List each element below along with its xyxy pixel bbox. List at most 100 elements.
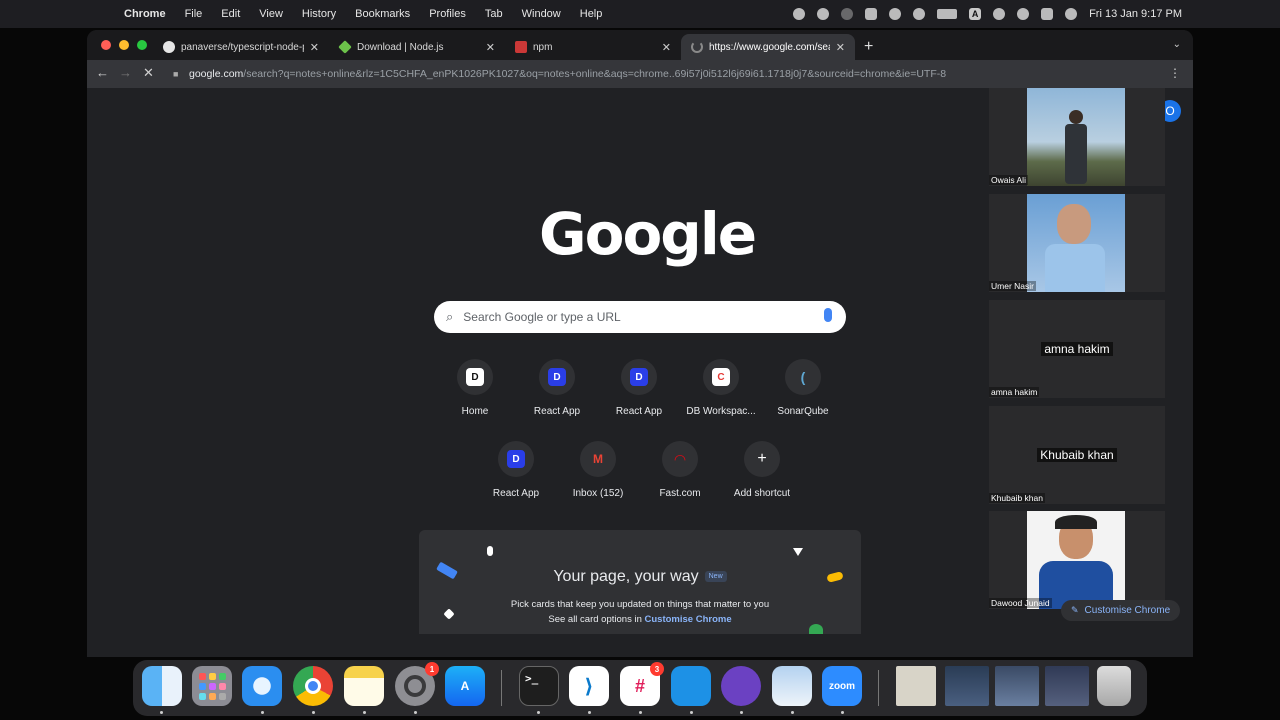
tab-search-chevron-icon[interactable]: ⌄ — [1173, 39, 1181, 50]
running-indicator — [690, 711, 693, 714]
close-tab-icon[interactable]: ✕ — [662, 41, 671, 54]
react-app-icon: D — [548, 368, 566, 386]
minimized-window-icon[interactable] — [995, 666, 1039, 706]
forward-arrow-icon[interactable]: → — [119, 65, 132, 80]
lock-icon[interactable]: ■ — [173, 69, 183, 79]
menu-app-name[interactable]: Chrome — [124, 8, 166, 20]
siri-icon[interactable] — [1065, 8, 1078, 20]
stop-loading-icon[interactable]: ✕ — [143, 65, 154, 81]
volume-icon[interactable] — [865, 8, 878, 20]
close-tab-icon[interactable]: ✕ — [310, 41, 319, 54]
cloud-icon[interactable] — [817, 8, 830, 20]
toolbar: ← → ✕ ■ google.com /search?q=notes+onlin… — [87, 60, 1193, 88]
participant-photo — [1027, 194, 1125, 292]
react-app-icon: D — [630, 368, 648, 386]
preview-icon[interactable] — [772, 666, 812, 706]
finder-icon[interactable] — [142, 666, 182, 706]
launchpad-icon[interactable] — [192, 666, 232, 706]
running-indicator — [261, 711, 264, 714]
chrome-menu-icon[interactable]: ⋮ — [1169, 66, 1181, 80]
notes-icon[interactable] — [344, 666, 384, 706]
terminal-icon[interactable]: >_ — [519, 666, 559, 706]
participant-tile[interactable]: Khubaib khan Khubaib khan — [989, 406, 1165, 504]
url-host: google.com — [189, 68, 244, 80]
minimized-window-icon[interactable] — [945, 666, 989, 706]
trash-icon[interactable] — [1097, 666, 1131, 706]
tab-github[interactable]: panaverse/typescript-node-pr ✕ — [153, 34, 329, 60]
dock-separator — [878, 670, 879, 706]
docker-icon[interactable] — [671, 666, 711, 706]
running-indicator — [588, 711, 591, 714]
menu-edit[interactable]: Edit — [221, 8, 240, 20]
menu-window[interactable]: Window — [522, 8, 561, 20]
participant-name: Umer Nasir — [989, 281, 1036, 291]
participant-tile[interactable]: Owais Ali — [989, 88, 1165, 186]
document-thumbnail-icon[interactable] — [896, 666, 936, 706]
menu-history[interactable]: History — [302, 8, 336, 20]
add-shortcut-button[interactable]: + Add shortcut — [722, 441, 802, 499]
gmail-icon: M — [593, 452, 603, 466]
close-tab-icon[interactable]: ✕ — [836, 41, 845, 54]
menubar-clock[interactable]: Fri 13 Jan 9:17 PM — [1089, 8, 1182, 20]
battery-icon[interactable] — [937, 9, 958, 19]
user-circle-icon[interactable] — [913, 8, 926, 20]
shortcut-fast-com[interactable]: ◠ Fast.com — [640, 441, 720, 499]
microphone-icon[interactable] — [824, 308, 832, 322]
close-window-button[interactable] — [101, 40, 111, 50]
play-icon[interactable] — [889, 8, 902, 20]
react-app-icon: D — [507, 450, 525, 468]
menu-profiles[interactable]: Profiles — [429, 8, 466, 20]
github-desktop-icon[interactable] — [721, 666, 761, 706]
tab-nodejs[interactable]: Download | Node.js ✕ — [329, 34, 505, 60]
shortcut-db-workspace[interactable]: C DB Workspac... — [681, 359, 761, 417]
appstore-icon[interactable]: A — [445, 666, 485, 706]
participant-display-name: Khubaib khan — [1037, 448, 1117, 462]
minimized-window-icon[interactable] — [1045, 666, 1089, 706]
url-path: /search?q=notes+online&rlz=1C5CHFA_enPK1… — [243, 68, 947, 80]
zoom-icon[interactable]: zoom — [822, 666, 862, 706]
participant-name: amna hakim — [989, 387, 1040, 397]
menu-help[interactable]: Help — [580, 8, 603, 20]
screen-share-icon[interactable] — [793, 8, 806, 20]
zoom-window-button[interactable] — [137, 40, 147, 50]
shortcut-react-app[interactable]: D React App — [517, 359, 597, 417]
leaf-icon[interactable] — [841, 8, 854, 20]
tab-google-search[interactable]: https://www.google.com/sear ✕ — [681, 34, 855, 60]
safari-icon[interactable] — [242, 666, 282, 706]
tab-npm[interactable]: npm ✕ — [505, 34, 681, 60]
loading-icon — [691, 41, 703, 53]
shortcut-inbox[interactable]: M Inbox (152) — [558, 441, 638, 499]
wifi-icon[interactable] — [993, 8, 1006, 20]
participant-tile[interactable]: Umer Nasir — [989, 194, 1165, 292]
shortcut-sonarqube[interactable]: ( SonarQube — [763, 359, 843, 417]
menu-file[interactable]: File — [185, 8, 203, 20]
running-indicator — [537, 711, 540, 714]
participant-name: Khubaib khan — [989, 493, 1045, 503]
promo-title: Your page, your way New — [419, 568, 861, 586]
shortcut-react-app[interactable]: D React App — [599, 359, 679, 417]
search-icon[interactable] — [1017, 8, 1030, 20]
shortcut-label: Fast.com — [659, 488, 701, 499]
new-tab-icon[interactable]: + — [864, 38, 873, 56]
chrome-icon[interactable] — [293, 666, 333, 706]
slack-icon[interactable]: # 3 — [620, 662, 664, 706]
input-source-icon[interactable]: A — [969, 8, 982, 20]
customise-chrome-button[interactable]: ✎ Customise Chrome — [1061, 600, 1181, 621]
menu-view[interactable]: View — [259, 8, 283, 20]
participant-tile[interactable]: amna hakim amna hakim — [989, 300, 1165, 398]
minimize-window-button[interactable] — [119, 40, 129, 50]
search-input[interactable]: ⌕ Search Google or type a URL — [434, 301, 846, 333]
promo-description: Pick cards that keep you updated on thin… — [510, 599, 770, 610]
customise-chrome-link[interactable]: Customise Chrome — [645, 614, 732, 625]
participant-tile[interactable]: Dawood Junaid — [989, 511, 1165, 609]
vscode-icon[interactable]: ⟩ — [569, 666, 609, 706]
close-tab-icon[interactable]: ✕ — [486, 41, 495, 54]
address-bar[interactable]: ■ google.com /search?q=notes+online&rlz=… — [167, 63, 987, 85]
shortcut-react-app[interactable]: D React App — [476, 441, 556, 499]
system-settings-icon[interactable]: 1 — [395, 662, 439, 706]
menu-tab[interactable]: Tab — [485, 8, 503, 20]
back-arrow-icon[interactable]: ← — [96, 65, 109, 80]
control-center-icon[interactable] — [1041, 8, 1054, 20]
menu-bookmarks[interactable]: Bookmarks — [355, 8, 410, 20]
shortcut-home[interactable]: D Home — [435, 359, 515, 417]
